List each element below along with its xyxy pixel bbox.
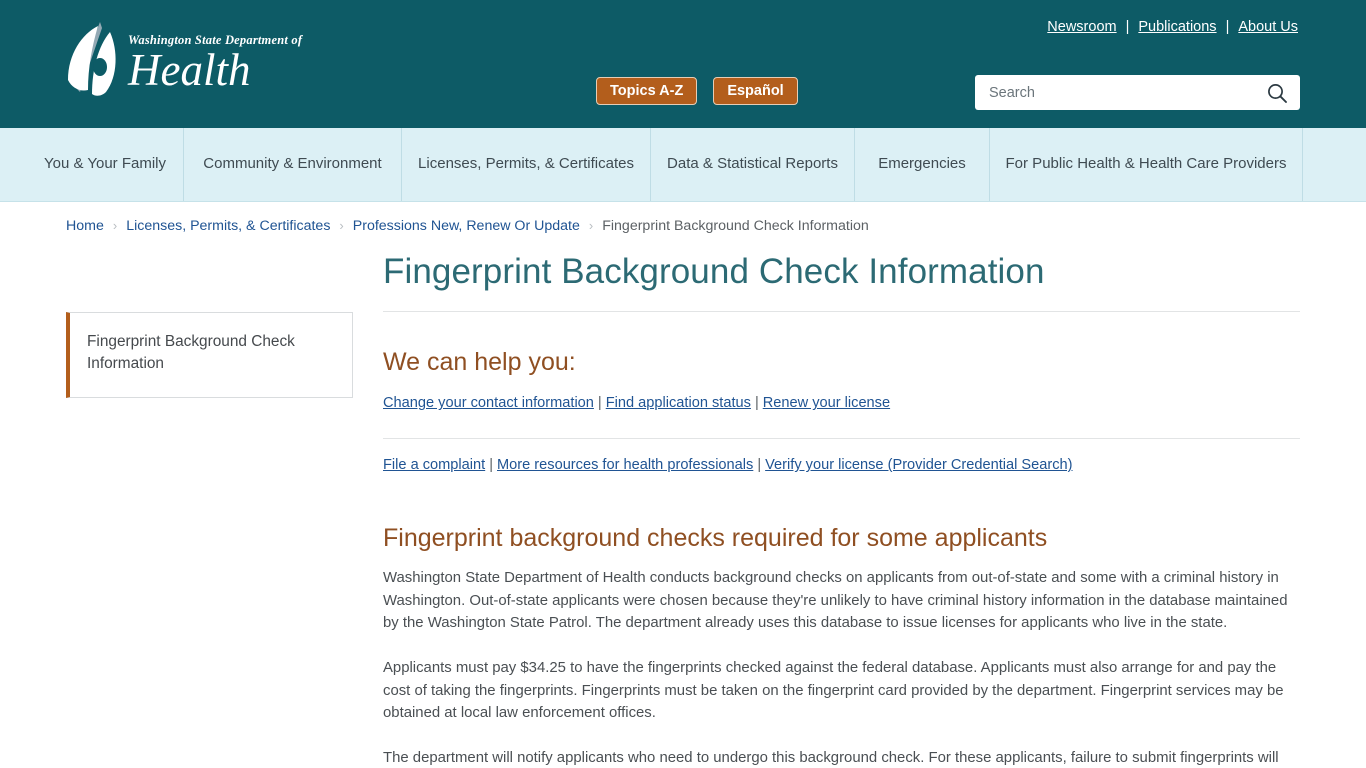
link-separator-1: |	[597, 395, 602, 412]
paragraph-background-checks-overview: Washington State Department of Health co…	[383, 570, 1288, 632]
nav-left-spacer	[0, 128, 27, 201]
site-logo[interactable]: Washington State Department of Health	[62, 18, 302, 110]
link-find-application-status[interactable]: Find application status	[606, 395, 751, 411]
page-title: Fingerprint Background Check Information	[383, 252, 1045, 291]
sidebar: Fingerprint Background Check Information	[66, 251, 383, 768]
breadcrumb-item-licenses[interactable]: Licenses, Permits, & Certificates	[126, 218, 330, 234]
utility-link-publications[interactable]: Publications	[1136, 19, 1218, 35]
title-divider	[383, 311, 1300, 313]
nav-item-you-and-your-family[interactable]: You & Your Family	[27, 128, 184, 201]
search-submit-button[interactable]	[1254, 75, 1300, 110]
nav-item-data-and-statistical-reports[interactable]: Data & Statistical Reports	[651, 128, 855, 201]
help-links-divider	[383, 438, 1300, 440]
breadcrumb-chevron-icon-2: ›	[339, 218, 344, 233]
search-input[interactable]	[975, 75, 1254, 110]
dept-of-health-leaf-logo-icon	[68, 22, 116, 96]
we-can-help-you-heading: We can help you:	[383, 348, 576, 377]
link-more-resources-for-health-professionals[interactable]: More resources for health professionals	[497, 457, 753, 473]
quick-action-buttons: Topics A-Z Español	[596, 77, 798, 105]
nav-item-for-public-health-providers[interactable]: For Public Health & Health Care Provider…	[990, 128, 1303, 201]
sidebar-item-label: Fingerprint Background Check Information	[87, 333, 295, 372]
main-navigation: You & Your Family Community & Environmen…	[0, 128, 1366, 202]
utility-link-about-us[interactable]: About Us	[1236, 19, 1300, 35]
breadcrumb: Home › Licenses, Permits, & Certificates › P…	[0, 202, 1366, 234]
utility-links: Newsroom | Publications | About Us	[1045, 19, 1300, 35]
link-separator-2: |	[754, 395, 759, 412]
link-verify-your-license[interactable]: Verify your license (Provider Credential…	[765, 457, 1072, 473]
section-heading-fingerprint-required: Fingerprint background checks required f…	[383, 524, 1048, 553]
nav-item-community-and-environment[interactable]: Community & Environment	[184, 128, 402, 201]
topics-a-z-button[interactable]: Topics A-Z	[596, 77, 698, 105]
search-icon	[1268, 83, 1287, 103]
link-renew-your-license[interactable]: Renew your license	[763, 395, 890, 411]
help-links-row-2: File a complaint | More resources for heal…	[383, 455, 1300, 477]
link-separator-4: |	[757, 457, 762, 474]
page-layout: Fingerprint Background Check Information…	[0, 251, 1366, 768]
utility-link-newsroom[interactable]: Newsroom	[1045, 19, 1118, 35]
nav-item-licenses-permits-certificates[interactable]: Licenses, Permits, & Certificates	[402, 128, 651, 201]
breadcrumb-item-home[interactable]: Home	[66, 218, 104, 234]
sidebar-item-fingerprint-background-check[interactable]: Fingerprint Background Check Information	[66, 312, 353, 398]
link-file-a-complaint[interactable]: File a complaint	[383, 457, 485, 473]
paragraph-fingerprint-fees: Applicants must pay $34.25 to have the f…	[383, 660, 1284, 722]
main-content: Fingerprint Background Check Information…	[383, 251, 1300, 768]
nav-item-emergencies[interactable]: Emergencies	[855, 128, 990, 201]
help-links-row-1: Change your contact information | Find app…	[383, 393, 1300, 415]
logo-title: Health	[128, 44, 251, 95]
breadcrumb-item-current: Fingerprint Background Check Information	[602, 218, 869, 234]
search-box	[975, 75, 1300, 110]
breadcrumb-item-professions[interactable]: Professions New, Renew Or Update	[353, 218, 580, 234]
link-change-your-contact-information[interactable]: Change your contact information	[383, 395, 594, 411]
espanol-button[interactable]: Español	[713, 77, 798, 105]
paragraph-department-notification: The department will notify applicants wh…	[383, 750, 1279, 767]
link-separator-3: |	[489, 457, 493, 474]
site-header: Washington State Department of Health Ne…	[0, 0, 1366, 128]
breadcrumb-chevron-icon-3: ›	[588, 218, 594, 233]
utility-link-separator-1: |	[1125, 19, 1130, 35]
utility-link-separator-2: |	[1225, 19, 1230, 35]
breadcrumb-chevron-icon-1: ›	[112, 218, 118, 233]
